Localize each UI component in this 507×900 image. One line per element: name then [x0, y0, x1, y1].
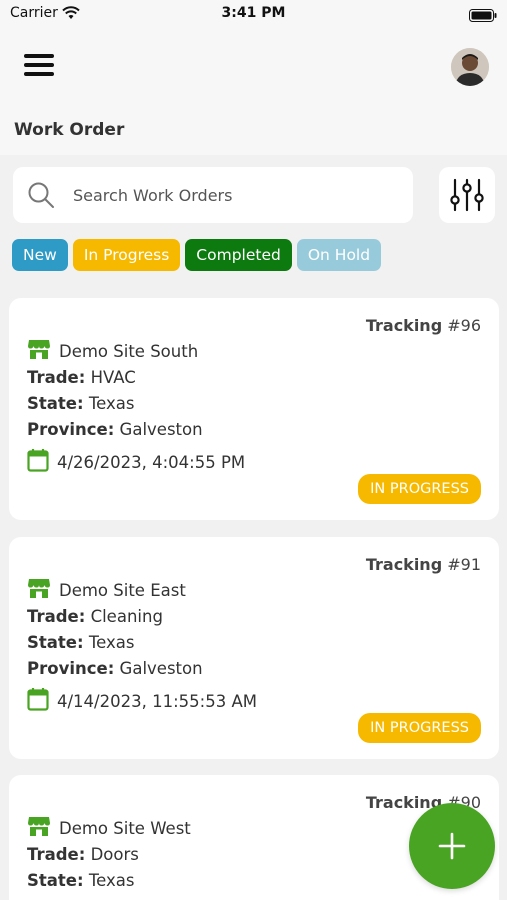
calendar-icon — [27, 448, 49, 476]
search-icon — [27, 181, 55, 213]
clock: 3:41 PM — [221, 5, 286, 21]
store-icon — [27, 815, 51, 841]
state-field: State: Texas — [27, 394, 135, 413]
add-work-order-button[interactable] — [409, 803, 495, 889]
tracking-number: Tracking #96 — [365, 316, 481, 335]
work-order-card[interactable]: Tracking #96 Demo Site South Trade: HVAC… — [9, 298, 499, 520]
page-title: Work Order — [14, 120, 125, 140]
sliders-icon — [450, 178, 484, 212]
site-name: Demo Site West — [59, 818, 191, 838]
work-order-card[interactable]: Tracking #91 Demo Site East Trade: Clean… — [9, 537, 499, 759]
search-box — [13, 167, 413, 223]
hamburger-menu-icon[interactable] — [24, 54, 56, 80]
app-header: Work Order — [0, 30, 507, 155]
tracking-number: Tracking #91 — [365, 555, 481, 574]
avatar[interactable] — [451, 48, 489, 86]
province-field: Province: Galveston — [27, 420, 203, 439]
state-field: State: Texas — [27, 633, 135, 652]
status-badge: IN PROGRESS — [358, 713, 481, 743]
search-input[interactable] — [73, 180, 393, 210]
filter-sliders-button[interactable] — [439, 167, 495, 223]
store-icon — [27, 338, 51, 364]
created-date: 4/26/2023, 4:04:55 PM — [57, 452, 246, 472]
province-field: Province: Galveston — [27, 659, 203, 678]
site-name: Demo Site East — [59, 580, 186, 600]
trade-field: Trade: Cleaning — [27, 607, 163, 626]
battery-icon — [469, 7, 497, 26]
state-field: State: Texas — [27, 871, 135, 890]
status-badge: IN PROGRESS — [358, 474, 481, 504]
store-icon — [27, 577, 51, 603]
plus-icon — [438, 832, 466, 860]
calendar-icon — [27, 687, 49, 715]
chip-on-hold[interactable]: On Hold — [296, 239, 382, 271]
created-date: 4/14/2023, 11:55:53 AM — [57, 691, 257, 711]
status-bar: Carrier 3:41 PM — [0, 0, 507, 30]
chip-completed[interactable]: Completed — [185, 239, 292, 271]
status-filter-chips: New In Progress Completed On Hold — [12, 239, 382, 271]
trade-field: Trade: HVAC — [27, 368, 136, 387]
chip-new[interactable]: New — [12, 239, 68, 271]
site-name: Demo Site South — [59, 341, 199, 361]
trade-field: Trade: Doors — [27, 845, 139, 864]
chip-in-progress[interactable]: In Progress — [72, 239, 181, 271]
